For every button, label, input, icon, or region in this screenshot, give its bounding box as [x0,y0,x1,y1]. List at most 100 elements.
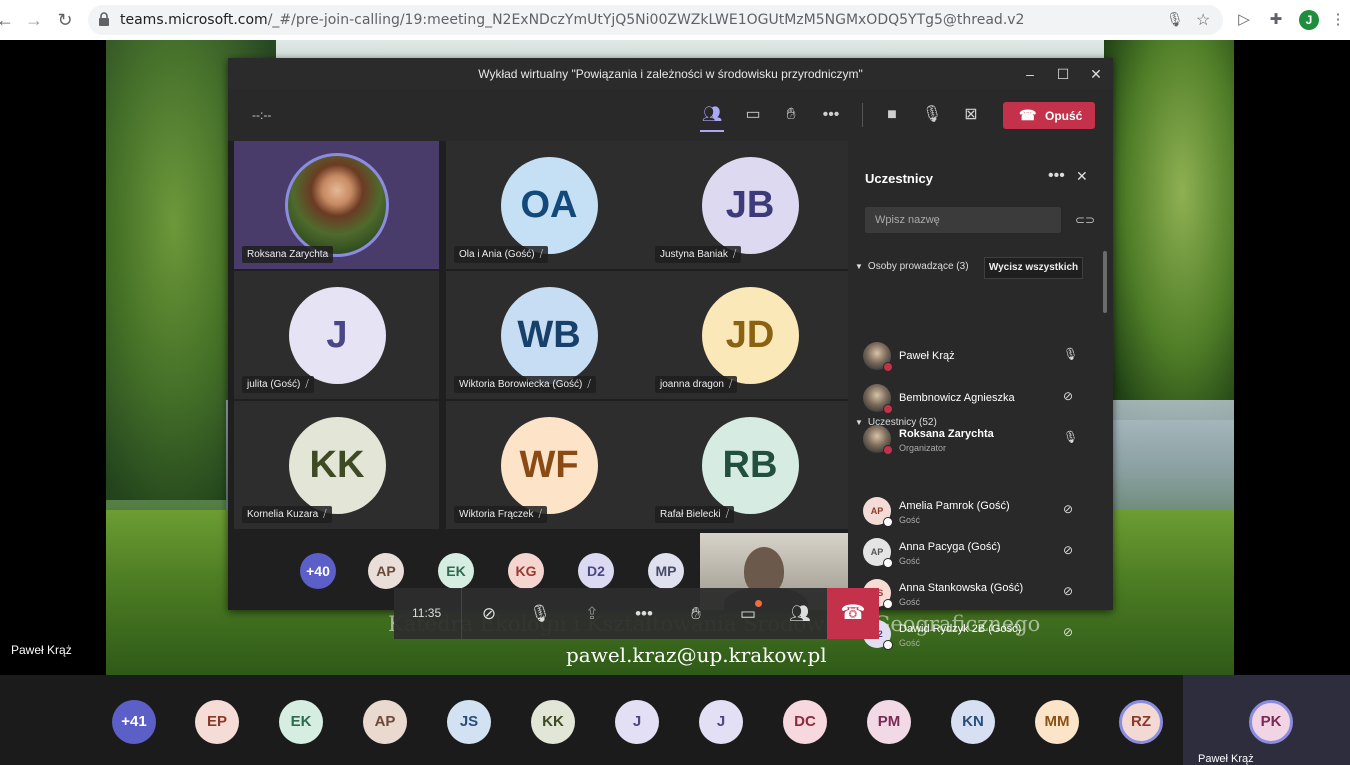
participant-row[interactable]: Bembnowicz Agnieszka ⊘ [863,382,1088,416]
gallery-avatar[interactable]: JS [447,700,491,744]
maximize-icon[interactable]: ☐ [1052,64,1074,84]
minimize-icon[interactable]: – [1019,64,1041,84]
forward-icon[interactable]: → [23,9,45,31]
participant-role: Gość [899,556,921,566]
video-tile[interactable]: OA Ola i Ania (Gość) ⧸ [446,141,651,269]
browser-menu-icon[interactable]: ⋮ [1328,10,1348,30]
hang-up-button[interactable]: ☎︎ [827,588,879,639]
panel-more-options-icon[interactable]: ••• [1048,167,1065,185]
mic-muted-icon[interactable]: 🎙︎ [527,601,553,627]
participant-row[interactable]: Roksana Zarychta Organizator 🎙︎ [863,423,1088,457]
raise-hand-icon[interactable]: ✋︎ [779,103,803,127]
mic-muted-icon[interactable]: ⊘ [1063,584,1073,598]
mic-muted-icon[interactable]: ⊘ [1063,502,1073,516]
chat-notification-dot [755,600,762,607]
gallery-avatar[interactable]: MM [1035,700,1079,744]
address-bar[interactable]: teams.microsoft.com/_#/pre-join-calling/… [88,5,1223,35]
camera-off-icon[interactable]: ⊘ [476,601,502,627]
video-grid: Roksana Zarychta OA Ola i Ania (Gość) ⧸ JB Ju… [228,141,852,533]
more-actions-icon[interactable]: ••• [819,103,843,127]
panel-close-icon[interactable]: ✕ [1076,168,1088,185]
mute-all-button[interactable]: Wycisz wszystkich [984,257,1083,279]
video-tile[interactable]: Jjulita (Gość) ⧸ [234,271,439,399]
mic-on-icon[interactable]: 🎙︎ [1063,430,1078,444]
profile-avatar[interactable]: J [1299,10,1319,30]
mic-muted-icon: ⧸ [305,379,309,390]
participant-photo [284,153,389,257]
meeting-timer: --:-- [252,108,272,122]
mic-muted-icon[interactable]: ⊘ [1063,389,1073,403]
more-participants-count[interactable]: +40 [300,553,336,589]
extensions-puzzle-icon[interactable]: ✚ [1266,10,1286,30]
participant-row[interactable]: Paweł Krąż 🎙︎ [863,340,1088,374]
stop-sharing-icon[interactable]: ⊠ [959,103,983,127]
raise-hand-icon[interactable]: ✋︎ [683,601,709,627]
video-tile[interactable]: JD joanna dragon ⧸ [647,271,852,399]
self-tile[interactable]: PK Paweł Krąż [1183,675,1350,765]
extension-play-icon[interactable]: ▷ [1234,10,1254,30]
camera-icon[interactable]: ■ [880,103,904,127]
gallery-avatar[interactable]: KN [951,700,995,744]
participant-avatar: WF [500,417,598,514]
participant-search-input[interactable] [865,207,1061,233]
share-screen-icon[interactable]: ⇪ [579,601,605,627]
gallery-avatar[interactable]: EP [195,700,239,744]
presenters-section-header[interactable]: ▼ Osoby prowadzące (3) [855,261,969,272]
mic-muted-icon: ⧸ [323,509,327,520]
gallery-avatar[interactable]: EK [279,700,323,744]
share-invite-link-icon[interactable]: ⊂⊃ [1075,213,1095,227]
attendees-section-header[interactable]: ▼ Uczestnicy (52) [855,417,937,428]
gallery-avatar[interactable]: DC [783,700,827,744]
close-window-icon[interactable]: ✕ [1085,64,1107,84]
leave-button[interactable]: ☎︎ Opuść [1003,102,1095,129]
back-icon[interactable]: ← [0,9,16,31]
participant-name-label: Kornelia Kuzara ⧸ [242,506,332,523]
reload-icon[interactable]: ↻ [54,9,76,31]
participants-tab-indicator [700,130,724,132]
more-options-icon[interactable]: ••• [631,601,657,627]
gallery-avatar[interactable]: PM [867,700,911,744]
participant-row[interactable]: AP Amelia Pamrok (Gość) Gość ⊘ [863,495,1088,529]
microphone-icon[interactable]: 🎙︎ [1166,11,1184,28]
overflow-avatar[interactable]: EK [438,553,474,589]
chat-icon[interactable]: ▭ [741,103,765,127]
participant-avatar: KK [288,417,386,514]
video-tile[interactable]: WF Wiktoria Frączek ⧸ [446,401,651,529]
self-name-label: Paweł Krąż [1198,753,1254,765]
url-text: teams.microsoft.com/_#/pre-join-calling/… [120,12,1025,28]
gallery-avatar[interactable]: KK [531,700,575,744]
participant-name-label: Roksana Zarychta [242,246,334,263]
overflow-avatar[interactable]: KG [508,553,544,589]
participant-name: Roksana Zarychta [899,428,994,440]
gallery-avatar[interactable]: J [699,700,743,744]
more-participants-count[interactable]: +41 [112,700,156,744]
gallery-avatar[interactable]: J [615,700,659,744]
participant-name-label: joanna dragon ⧸ [655,376,738,393]
video-tile[interactable]: JB Justyna Baniak ⧸ [647,141,852,269]
overflow-avatar[interactable]: MP [648,553,684,589]
participants-icon[interactable]: 👥︎ [700,103,724,127]
participant-row[interactable]: ASAnna Stankowska (Gość)Gość⊘ [863,577,1088,611]
participant-name: Dawid Rydzyk 2B (Gość) [899,623,1022,635]
participant-row[interactable]: D2Dawid Rydzyk 2B (Gość)Gość⊘ [863,618,1088,652]
panel-scrollbar[interactable] [1103,251,1107,313]
participant-name-label: Wiktoria Borowiecka (Gość) ⧸ [454,376,596,393]
video-tile[interactable]: RB Rafał Bielecki ⧸ [647,401,852,529]
gallery-avatar[interactable]: AP [363,700,407,744]
mic-muted-icon[interactable]: ⊘ [1063,625,1073,639]
mic-muted-icon[interactable]: ⊘ [1063,543,1073,557]
participants-icon[interactable]: 👥︎ [787,601,813,627]
gallery-avatar[interactable]: RZ [1119,700,1163,744]
bookmark-star-icon[interactable]: ☆ [1196,10,1210,30]
participant-row[interactable]: AP Anna Pacyga (Gość) Gość ⊘ [863,536,1088,570]
video-tile[interactable]: Roksana Zarychta [234,141,439,269]
microphone-icon[interactable]: 🎙︎ [920,103,944,127]
video-tile[interactable]: KK Kornelia Kuzara ⧸ [234,401,439,529]
mic-muted-icon: ⧸ [725,509,729,520]
video-tile[interactable]: WB Wiktoria Borowiecka (Gość) ⧸ [446,271,651,399]
overflow-avatar[interactable]: D2 [578,553,614,589]
meeting-gallery-bar: PK Paweł Krąż +41 EP EK AP JS KK J J DC PM KN MM RZ [0,675,1350,765]
browser-toolbar: ← → ↻ teams.microsoft.com/_#/pre-join-ca… [0,0,1350,41]
overflow-avatar[interactable]: AP [368,553,404,589]
mic-on-icon[interactable]: 🎙︎ [1063,347,1078,361]
